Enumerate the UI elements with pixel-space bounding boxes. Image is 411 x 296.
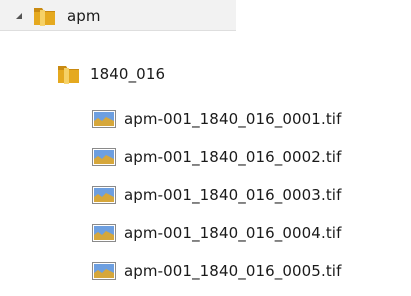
tree-item-label: apm-001_1840_016_0004.tif	[124, 224, 342, 242]
folder-tree: apm 1840_016 apm-001_1840_016_0001.tif a…	[0, 0, 411, 296]
image-file-icon	[92, 186, 116, 204]
tree-item-file[interactable]: apm-001_1840_016_0004.tif	[92, 215, 341, 251]
tree-item-label: 1840_016	[90, 65, 166, 83]
image-file-icon	[92, 224, 116, 242]
image-file-icon	[92, 262, 116, 280]
tree-item-label: apm-001_1840_016_0003.tif	[124, 186, 342, 204]
tree-item-1840-016[interactable]: 1840_016	[55, 56, 165, 92]
tree-item-label: apm-001_1840_016_0001.tif	[124, 110, 342, 128]
tree-item-apm[interactable]: apm	[0, 0, 101, 34]
tree-item-file[interactable]: apm-001_1840_016_0002.tif	[92, 139, 341, 175]
tree-item-file[interactable]: apm-001_1840_016_0001.tif	[92, 101, 341, 137]
folder-icon	[55, 61, 82, 88]
tree-item-label: apm	[67, 7, 101, 25]
tree-item-label: apm-001_1840_016_0005.tif	[124, 262, 342, 280]
tree-item-file[interactable]: apm-001_1840_016_0003.tif	[92, 177, 341, 213]
image-file-icon	[92, 148, 116, 166]
tree-item-label: apm-001_1840_016_0002.tif	[124, 148, 342, 166]
expanded-arrow-icon[interactable]	[14, 0, 24, 34]
image-file-icon	[92, 110, 116, 128]
tree-item-file[interactable]: apm-001_1840_016_0005.tif	[92, 253, 341, 289]
folder-icon	[31, 3, 58, 30]
